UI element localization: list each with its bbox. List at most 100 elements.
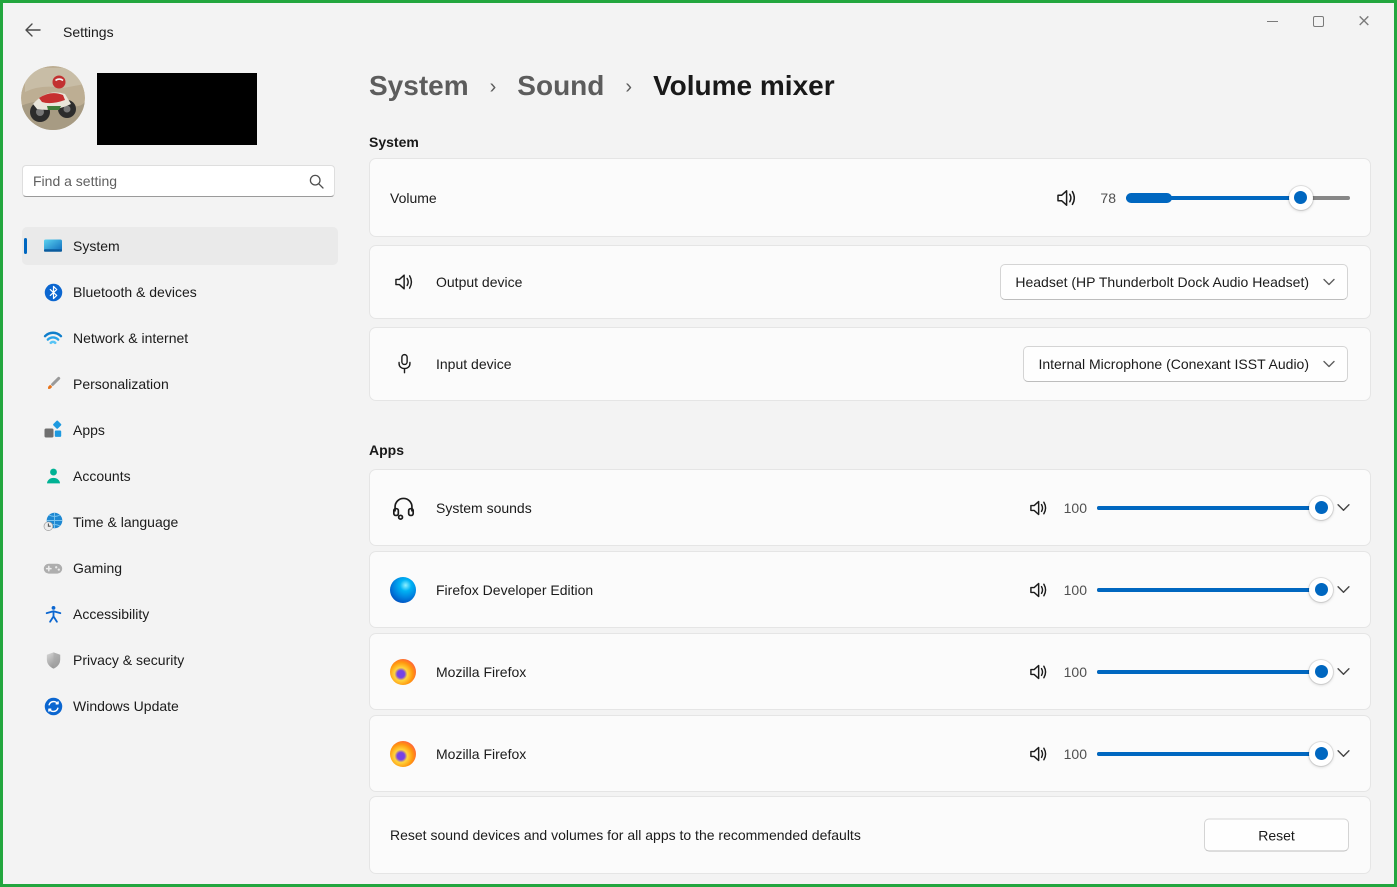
- page-title: Volume mixer: [653, 70, 835, 101]
- breadcrumb-sound[interactable]: Sound: [517, 70, 604, 102]
- app-name: Mozilla Firefox: [436, 745, 527, 762]
- firefox-developer-icon: [390, 576, 416, 603]
- input-device-card: Input device Internal Microphone (Conexa…: [369, 327, 1371, 401]
- expand-row-button[interactable]: [1337, 749, 1350, 758]
- speaker-icon: [1030, 746, 1047, 761]
- avatar: [21, 66, 85, 130]
- app-volume-slider[interactable]: [1097, 741, 1333, 766]
- sidebar-item-network-internet[interactable]: Network & internet: [22, 319, 338, 357]
- personalization-icon: [43, 374, 63, 394]
- master-volume-slider[interactable]: [1126, 185, 1350, 210]
- output-device-card: Output device Headset (HP Thunderbolt Do…: [369, 245, 1371, 319]
- volume-card: Volume 78: [369, 158, 1371, 237]
- app-volume-value: 100: [1063, 581, 1087, 598]
- firefox-icon: [390, 658, 416, 685]
- speaker-icon: [1057, 189, 1076, 206]
- sidebar-item-accessibility[interactable]: Accessibility: [22, 595, 338, 633]
- sidebar-item-label: Personalization: [73, 376, 169, 392]
- output-device-dropdown[interactable]: Headset (HP Thunderbolt Dock Audio Heads…: [1000, 264, 1348, 300]
- app-volume-slider[interactable]: [1097, 659, 1333, 684]
- sidebar-item-bluetooth-devices[interactable]: Bluetooth & devices: [22, 273, 338, 311]
- expand-row-button[interactable]: [1337, 667, 1350, 676]
- search-icon: [309, 174, 324, 189]
- accessibility-icon: [43, 604, 63, 624]
- selected-indicator: [24, 238, 27, 254]
- time-language-icon: [43, 512, 63, 532]
- system-icon: [43, 236, 63, 256]
- user-profile[interactable]: [21, 66, 321, 146]
- slider-thumb[interactable]: [1309, 577, 1333, 602]
- slider-fill: [1097, 669, 1321, 674]
- sidebar-item-system[interactable]: System: [22, 227, 338, 265]
- maximize-icon: [1312, 15, 1324, 27]
- input-device-value: Internal Microphone (Conexant ISST Audio…: [1038, 356, 1309, 372]
- speaker-icon: [394, 273, 415, 292]
- window-controls: ×: [1249, 6, 1387, 36]
- sidebar-item-windows-update[interactable]: Windows Update: [22, 687, 338, 725]
- sidebar-item-label: Accessibility: [73, 606, 150, 622]
- slider-fill: [1097, 505, 1321, 510]
- chevron-down-icon: [1337, 586, 1350, 593]
- close-button[interactable]: ×: [1341, 6, 1387, 36]
- sidebar-item-label: Bluetooth & devices: [73, 284, 197, 300]
- search-box[interactable]: [22, 165, 335, 197]
- sidebar-item-gaming[interactable]: Gaming: [22, 549, 338, 587]
- reset-button[interactable]: Reset: [1204, 818, 1349, 852]
- app-volume-value: 100: [1063, 499, 1087, 516]
- speaker-icon: [1030, 500, 1047, 515]
- microphone-icon: [397, 353, 412, 375]
- speaker-icon: [1030, 582, 1047, 597]
- app-volume-value: 100: [1063, 663, 1087, 680]
- windows-update-icon: [43, 696, 63, 716]
- slider-fill: [1097, 751, 1321, 756]
- expand-row-button[interactable]: [1337, 585, 1350, 594]
- app-row-system-sounds: System sounds 100: [369, 469, 1371, 546]
- slider-thumb[interactable]: [1309, 495, 1333, 520]
- sidebar-item-accounts[interactable]: Accounts: [22, 457, 338, 495]
- sidebar-item-apps[interactable]: Apps: [22, 411, 338, 449]
- back-button[interactable]: [16, 16, 48, 44]
- sidebar-item-label: Windows Update: [73, 698, 179, 714]
- search-input[interactable]: [33, 173, 309, 189]
- sidebar-item-label: Privacy & security: [73, 652, 185, 668]
- sidebar-item-label: Network & internet: [73, 330, 189, 346]
- app-row-mozilla-firefox: Mozilla Firefox 100: [369, 633, 1371, 710]
- slider-fill-head: [1126, 192, 1172, 203]
- section-header-apps: Apps: [369, 442, 404, 458]
- speaker-icon: [1030, 664, 1047, 679]
- sidebar-item-label: Apps: [73, 422, 105, 438]
- close-icon: ×: [1356, 10, 1372, 31]
- reset-description: Reset sound devices and volumes for all …: [390, 827, 861, 843]
- input-device-label: Input device: [436, 356, 512, 372]
- app-volume-slider[interactable]: [1097, 577, 1333, 602]
- sidebar-item-personalization[interactable]: Personalization: [22, 365, 338, 403]
- output-device-value: Headset (HP Thunderbolt Dock Audio Heads…: [1015, 274, 1309, 290]
- input-device-dropdown[interactable]: Internal Microphone (Conexant ISST Audio…: [1023, 346, 1348, 382]
- settings-nav: System Bluetooth & devices Network & int…: [22, 227, 338, 733]
- app-row-firefox-developer: Firefox Developer Edition 100: [369, 551, 1371, 628]
- expand-row-button[interactable]: [1337, 503, 1350, 512]
- breadcrumb-system[interactable]: System: [369, 70, 469, 102]
- reset-card: Reset sound devices and volumes for all …: [369, 796, 1371, 874]
- app-volume-value: 100: [1063, 745, 1087, 762]
- app-name: System sounds: [436, 499, 532, 516]
- minimize-button[interactable]: [1249, 6, 1295, 36]
- slider-thumb[interactable]: [1288, 185, 1313, 210]
- app-volume-slider[interactable]: [1097, 495, 1333, 520]
- volume-label: Volume: [390, 189, 437, 206]
- slider-thumb[interactable]: [1309, 741, 1333, 766]
- slider-thumb[interactable]: [1309, 659, 1333, 684]
- accounts-icon: [43, 466, 63, 486]
- back-arrow-icon: [24, 23, 41, 37]
- sidebar-item-privacy-security[interactable]: Privacy & security: [22, 641, 338, 679]
- network-icon: [43, 328, 63, 348]
- minimize-icon: [1266, 20, 1278, 22]
- chevron-down-icon: [1337, 668, 1350, 675]
- headset-icon: [390, 494, 417, 521]
- breadcrumb-separator: ›: [489, 76, 497, 98]
- sidebar-item-time-language[interactable]: Time & language: [22, 503, 338, 541]
- maximize-button[interactable]: [1295, 6, 1341, 36]
- gaming-icon: [43, 558, 63, 578]
- output-device-label: Output device: [436, 274, 523, 290]
- chevron-down-icon: [1337, 750, 1350, 757]
